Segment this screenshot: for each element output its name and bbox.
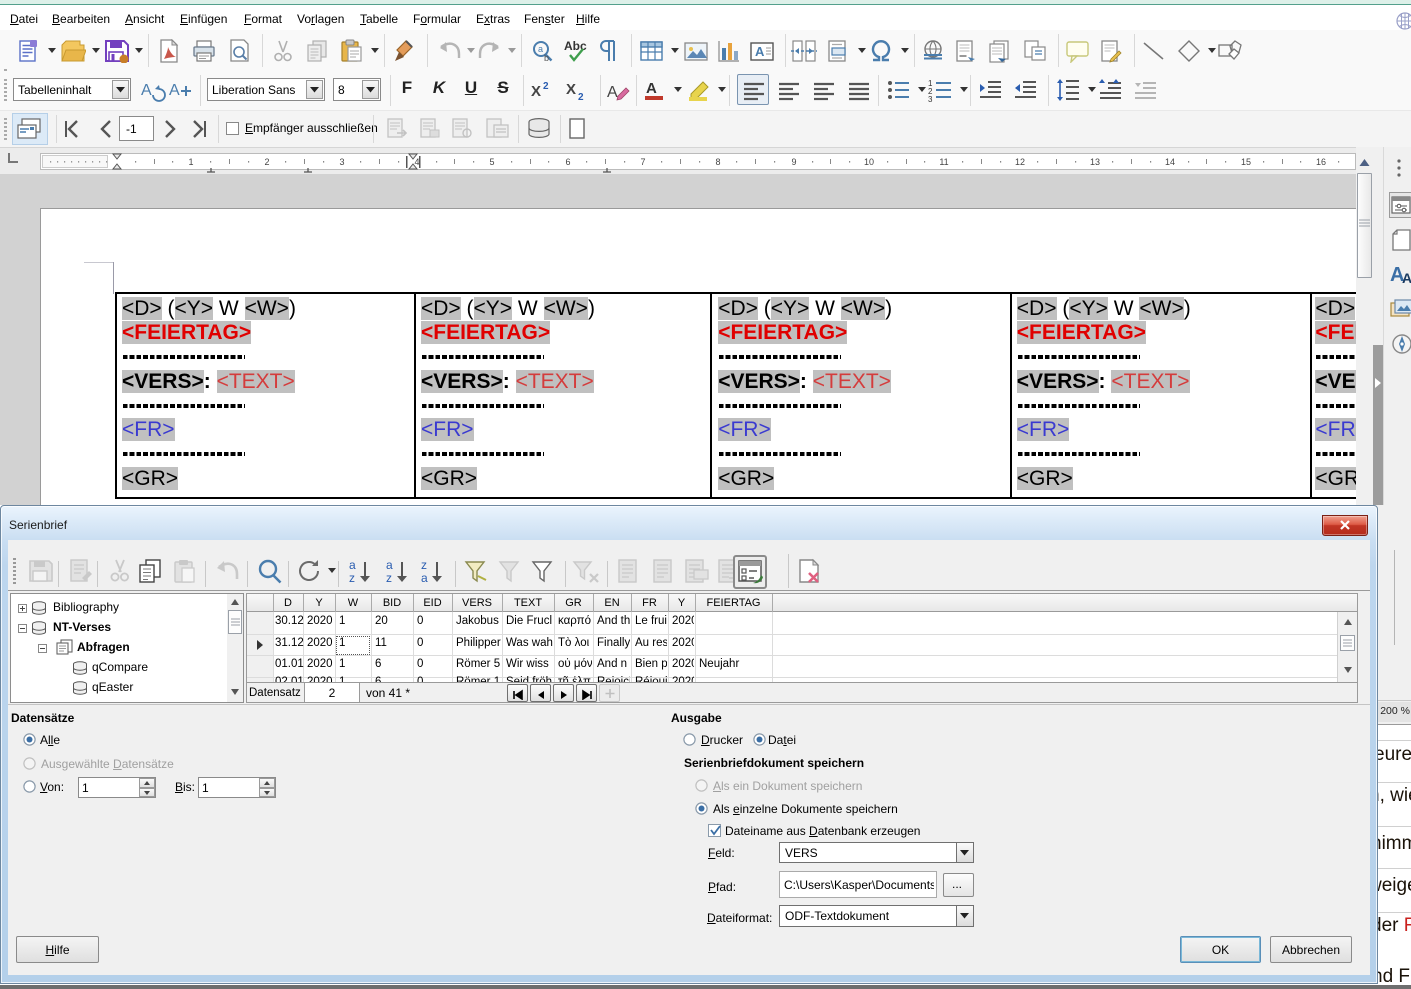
svg-text:A: A: [607, 84, 618, 101]
svg-text:12: 12: [1015, 157, 1025, 167]
svg-text:7: 7: [640, 157, 645, 167]
svg-text:X: X: [566, 81, 576, 98]
svg-text:a: a: [349, 558, 356, 572]
svg-text:9: 9: [791, 157, 796, 167]
svg-text:b: b: [544, 53, 549, 63]
svg-text:1: 1: [188, 157, 193, 167]
svg-text:a: a: [386, 558, 393, 572]
svg-text:A: A: [169, 82, 180, 99]
svg-text:2: 2: [264, 157, 269, 167]
svg-text:13: 13: [1090, 157, 1100, 167]
svg-text:z: z: [349, 571, 355, 584]
svg-text:A: A: [1402, 270, 1411, 286]
svg-text:5: 5: [489, 157, 494, 167]
svg-text:3: 3: [339, 157, 344, 167]
svg-text:a: a: [421, 571, 428, 584]
svg-text:z: z: [421, 558, 427, 572]
svg-text:15: 15: [1241, 157, 1251, 167]
svg-text:6: 6: [565, 157, 570, 167]
svg-text:11: 11: [939, 157, 948, 167]
svg-text:A: A: [755, 44, 765, 59]
svg-text:16: 16: [1316, 157, 1326, 167]
svg-text:Abc: Abc: [564, 39, 587, 53]
svg-text:2: 2: [578, 92, 584, 102]
svg-text:X: X: [531, 83, 541, 100]
svg-text:A: A: [646, 80, 657, 97]
svg-text:4: 4: [414, 157, 419, 167]
svg-text:z: z: [386, 571, 392, 584]
svg-text:3: 3: [928, 95, 933, 102]
svg-text:14: 14: [1165, 157, 1175, 167]
svg-text:10: 10: [864, 157, 874, 167]
svg-text:8: 8: [715, 157, 720, 167]
svg-text:a: a: [538, 44, 543, 54]
svg-text:A: A: [141, 82, 152, 99]
svg-text:2: 2: [543, 81, 549, 92]
